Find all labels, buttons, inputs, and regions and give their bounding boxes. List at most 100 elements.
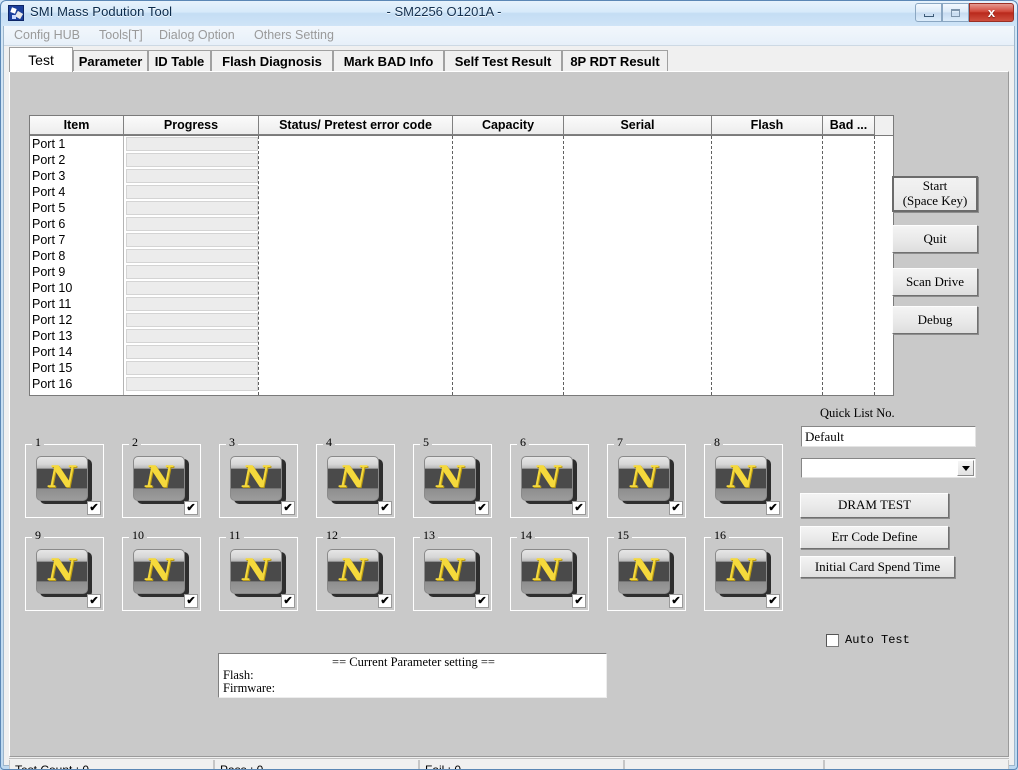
scan-drive-button[interactable]: Scan Drive (892, 268, 978, 296)
table-row[interactable]: Port 11 (30, 296, 893, 312)
port-check-icon[interactable]: ✔ (572, 501, 586, 515)
port-check-icon[interactable]: ✔ (766, 501, 780, 515)
port-card-icon[interactable]: N (133, 549, 189, 597)
tab-parameter[interactable]: Parameter (73, 50, 148, 71)
grid-header-bad[interactable]: Bad ... (823, 116, 875, 135)
port-check-icon[interactable]: ✔ (184, 501, 198, 515)
chevron-down-icon[interactable] (957, 460, 974, 476)
grid-header-status[interactable]: Status/ Pretest error code (259, 116, 453, 135)
tab-mark-bad-info[interactable]: Mark BAD Info (333, 50, 444, 71)
port-check-icon[interactable]: ✔ (281, 594, 295, 608)
port-check-icon[interactable]: ✔ (669, 501, 683, 515)
port-check-icon[interactable]: ✔ (766, 594, 780, 608)
port-check-icon[interactable]: ✔ (281, 501, 295, 515)
port-card-icon[interactable]: N (521, 549, 577, 597)
port-check-icon[interactable]: ✔ (475, 594, 489, 608)
table-row[interactable]: Port 10 (30, 280, 893, 296)
port-group-3[interactable]: 3 N ✔ (219, 444, 298, 518)
tab-test[interactable]: Test (9, 47, 73, 72)
table-row[interactable]: Port 12 (30, 312, 893, 328)
err-code-define-button[interactable]: Err Code Define (800, 526, 949, 549)
table-row[interactable]: Port 1 (30, 136, 893, 152)
port-group-5[interactable]: 5 N ✔ (413, 444, 492, 518)
tab-self-test-result[interactable]: Self Test Result (444, 50, 562, 71)
auto-test-checkbox[interactable]: Auto Test (826, 633, 910, 647)
port-check-icon[interactable]: ✔ (378, 594, 392, 608)
grid-header-serial[interactable]: Serial (564, 116, 712, 135)
card-letter: N (327, 549, 379, 594)
grid-header-progress[interactable]: Progress (124, 116, 259, 135)
port-card-icon[interactable]: N (327, 549, 383, 597)
port-card-icon[interactable]: N (36, 549, 92, 597)
port-group-7[interactable]: 7 N ✔ (607, 444, 686, 518)
table-row[interactable]: Port 16 (30, 376, 893, 392)
port-group-12[interactable]: 12 N ✔ (316, 537, 395, 611)
grid-header-item[interactable]: Item (30, 116, 124, 135)
table-row[interactable]: Port 7 (30, 232, 893, 248)
table-row[interactable]: Port 9 (30, 264, 893, 280)
grid-header-flash[interactable]: Flash (712, 116, 823, 135)
table-row[interactable]: Port 13 (30, 328, 893, 344)
port-card-icon[interactable]: N (133, 456, 189, 504)
grid-cell-progress (126, 217, 258, 231)
table-row[interactable]: Port 4 (30, 184, 893, 200)
port-card-icon[interactable]: N (424, 456, 480, 504)
port-card-icon[interactable]: N (715, 549, 771, 597)
port-group-13[interactable]: 13 N ✔ (413, 537, 492, 611)
maximize-button[interactable] (942, 3, 969, 22)
port-group-8[interactable]: 8 N ✔ (704, 444, 783, 518)
port-card-icon[interactable]: N (618, 456, 674, 504)
table-row[interactable]: Port 2 (30, 152, 893, 168)
port-card-icon[interactable]: N (230, 456, 286, 504)
quick-list-input[interactable]: Default (801, 426, 976, 447)
port-card-icon[interactable]: N (327, 456, 383, 504)
port-card-icon[interactable]: N (618, 549, 674, 597)
port-group-4[interactable]: 4 N ✔ (316, 444, 395, 518)
dram-test-button[interactable]: DRAM TEST (800, 493, 949, 518)
menu-item-config-hub[interactable]: Config HUB (14, 28, 80, 42)
tab-flash-diagnosis[interactable]: Flash Diagnosis (211, 50, 333, 71)
table-row[interactable]: Port 5 (30, 200, 893, 216)
table-row[interactable]: Port 6 (30, 216, 893, 232)
port-group-2[interactable]: 2 N ✔ (122, 444, 201, 518)
checkbox-icon[interactable] (826, 634, 839, 647)
port-check-icon[interactable]: ✔ (475, 501, 489, 515)
debug-button[interactable]: Debug (892, 306, 978, 334)
port-card-icon[interactable]: N (230, 549, 286, 597)
port-card-icon[interactable]: N (424, 549, 480, 597)
port-card-icon[interactable]: N (36, 456, 92, 504)
port-card-icon[interactable]: N (521, 456, 577, 504)
port-group-9[interactable]: 9 N ✔ (25, 537, 104, 611)
table-row[interactable]: Port 8 (30, 248, 893, 264)
grid-header-capacity[interactable]: Capacity (453, 116, 564, 135)
port-group-16[interactable]: 16 N ✔ (704, 537, 783, 611)
port-group-15[interactable]: 15 N ✔ (607, 537, 686, 611)
port-check-icon[interactable]: ✔ (378, 501, 392, 515)
tab-8p-rdt-result[interactable]: 8P RDT Result (562, 50, 668, 71)
close-button[interactable]: x (969, 3, 1014, 22)
port-group-14[interactable]: 14 N ✔ (510, 537, 589, 611)
quick-list-combo[interactable] (801, 458, 976, 478)
menu-item-tools[interactable]: Tools[T] (99, 28, 143, 42)
port-check-icon[interactable]: ✔ (669, 594, 683, 608)
port-group-1[interactable]: 1 N ✔ (25, 444, 104, 518)
table-row[interactable]: Port 15 (30, 360, 893, 376)
port-check-icon[interactable]: ✔ (572, 594, 586, 608)
table-row[interactable]: Port 14 (30, 344, 893, 360)
port-check-icon[interactable]: ✔ (87, 501, 101, 515)
port-check-icon[interactable]: ✔ (87, 594, 101, 608)
initial-card-spend-time-button[interactable]: Initial Card Spend Time (800, 556, 955, 578)
port-check-icon[interactable]: ✔ (184, 594, 198, 608)
port-status-grid[interactable]: Item Progress Status/ Pretest error code… (29, 115, 894, 396)
menu-item-dialog-option[interactable]: Dialog Option (159, 28, 235, 42)
port-group-10[interactable]: 10 N ✔ (122, 537, 201, 611)
minimize-button[interactable] (915, 3, 942, 22)
table-row[interactable]: Port 3 (30, 168, 893, 184)
port-card-icon[interactable]: N (715, 456, 771, 504)
port-group-11[interactable]: 11 N ✔ (219, 537, 298, 611)
tab-id-table[interactable]: ID Table (148, 50, 211, 71)
quit-button[interactable]: Quit (892, 225, 978, 253)
port-group-6[interactable]: 6 N ✔ (510, 444, 589, 518)
menu-item-others-setting[interactable]: Others Setting (254, 28, 334, 42)
start-button[interactable]: Start (Space Key) (892, 176, 978, 212)
